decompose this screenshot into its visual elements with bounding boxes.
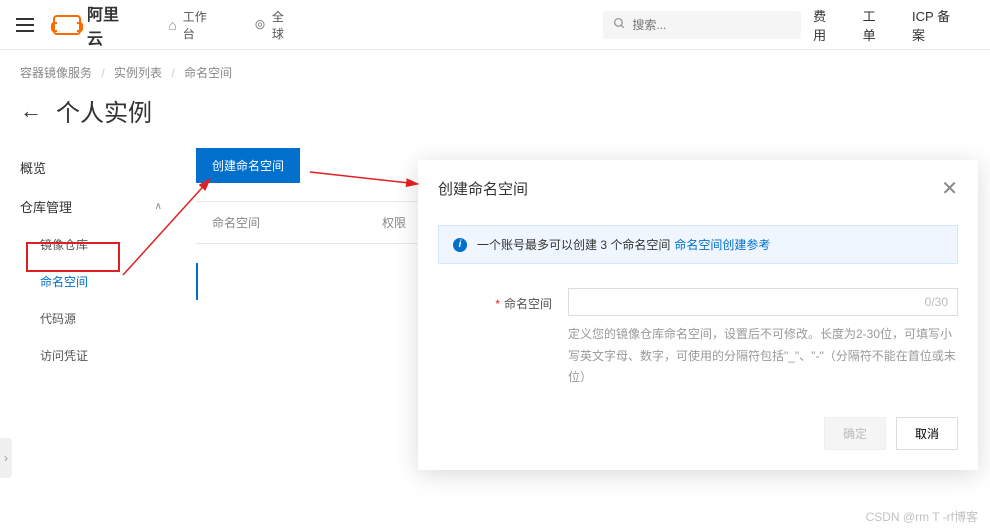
region-label: 全球 <box>272 8 295 42</box>
logo-text: 阿里云 <box>87 1 134 49</box>
sidebar-item-label: 命名空间 <box>40 275 88 289</box>
page-title: 个人实例 <box>56 93 152 128</box>
chevron-right-icon: › <box>4 451 8 465</box>
workbench-button[interactable]: ⌂ 工作台 <box>154 2 232 48</box>
top-right-links: 费用 工单 ICP 备案 <box>801 6 974 44</box>
breadcrumb-root[interactable]: 容器镜像服务 <box>20 66 92 80</box>
create-namespace-dialog: 创建命名空间 ✕ i 一个账号最多可以创建 3 个命名空间 命名空间创建参考 *… <box>418 160 978 470</box>
sidebar: 概览 仓库管理 ∧ 镜像仓库 命名空间 代码源 访问凭证 › <box>0 148 176 374</box>
sidebar-repo-mgmt-label: 仓库管理 <box>20 197 72 216</box>
sidebar-repo-mgmt[interactable]: 仓库管理 ∧ <box>20 187 176 226</box>
help-text: 定义您的镜像仓库命名空间，设置后不可修改。长度为2-30位，可填写小写英文字母、… <box>568 324 958 389</box>
char-count: 0/30 <box>925 295 948 309</box>
search-input[interactable] <box>632 18 791 32</box>
workbench-label: 工作台 <box>183 8 218 42</box>
info-link[interactable]: 命名空间创建参考 <box>674 236 770 253</box>
cancel-button[interactable]: 取消 <box>896 417 958 450</box>
breadcrumb-mid[interactable]: 实例列表 <box>114 66 162 80</box>
sidebar-item-image-repo[interactable]: 镜像仓库 <box>20 226 176 263</box>
back-arrow-icon[interactable]: ← <box>20 98 42 124</box>
input-wrap: 0/30 <box>568 288 958 316</box>
home-icon: ⌂ <box>168 17 176 33</box>
sidebar-overview[interactable]: 概览 <box>20 148 176 187</box>
namespace-input[interactable] <box>568 288 958 316</box>
fee-link[interactable]: 费用 <box>801 6 850 44</box>
column-namespace: 命名空间 <box>196 202 366 243</box>
ok-button[interactable]: 确定 <box>824 417 886 450</box>
page-title-row: ← 个人实例 <box>0 81 990 148</box>
icp-link[interactable]: ICP 备案 <box>900 6 974 44</box>
hamburger-menu[interactable] <box>0 0 49 50</box>
order-link[interactable]: 工单 <box>851 6 900 44</box>
hamburger-icon <box>16 24 34 26</box>
breadcrumb-leaf: 命名空间 <box>184 66 232 80</box>
sidebar-item-code-source[interactable]: 代码源 <box>20 300 176 337</box>
sidebar-item-credentials[interactable]: 访问凭证 <box>20 337 176 374</box>
dialog-header: 创建命名空间 ✕ <box>418 160 978 217</box>
dialog-title: 创建命名空间 <box>438 178 528 199</box>
top-nav: 阿里云 ⌂ 工作台 ⊚ 全球 费用 工单 ICP 备案 <box>0 0 990 50</box>
info-text: 一个账号最多可以创建 3 个命名空间 <box>477 236 670 253</box>
info-banner: i 一个账号最多可以创建 3 个命名空间 命名空间创建参考 <box>438 225 958 264</box>
watermark: CSDN @rm T -rf博客 <box>866 508 978 525</box>
required-asterisk: * <box>495 297 500 311</box>
field-label-text: 命名空间 <box>504 297 552 311</box>
sidebar-expand-toggle[interactable]: › <box>0 438 12 478</box>
breadcrumb-sep: / <box>171 66 174 80</box>
logo[interactable]: 阿里云 <box>49 1 150 49</box>
close-icon[interactable]: ✕ <box>941 176 958 201</box>
chevron-up-icon: ∧ <box>155 201 162 212</box>
globe-icon: ⊚ <box>254 16 266 33</box>
breadcrumb: 容器镜像服务 / 实例列表 / 命名空间 <box>0 50 990 81</box>
form-row-namespace: * 命名空间 0/30 定义您的镜像仓库命名空间，设置后不可修改。长度为2-30位… <box>418 264 978 389</box>
info-icon: i <box>453 238 467 252</box>
form-label: * 命名空间 <box>438 288 568 389</box>
search-box[interactable] <box>603 11 801 39</box>
aliyun-logo-icon <box>53 15 81 35</box>
region-selector[interactable]: ⊚ 全球 <box>240 2 309 48</box>
search-icon <box>613 17 626 33</box>
dialog-footer: 确定 取消 <box>418 389 978 470</box>
form-field: 0/30 定义您的镜像仓库命名空间，设置后不可修改。长度为2-30位，可填写小写… <box>568 288 958 389</box>
sidebar-item-namespace[interactable]: 命名空间 <box>20 263 176 300</box>
breadcrumb-sep: / <box>101 66 104 80</box>
create-namespace-button[interactable]: 创建命名空间 <box>196 148 300 183</box>
